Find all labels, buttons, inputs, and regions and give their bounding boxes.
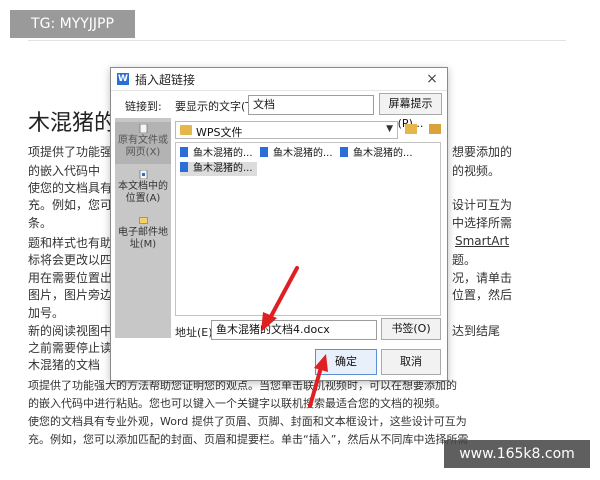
file-icon <box>139 124 147 133</box>
word-doc-icon <box>340 147 348 157</box>
file-name: 鱼木混猪的... <box>273 148 333 159</box>
site-watermark: www.165k8.com <box>444 440 590 468</box>
nav-document-location[interactable]: 本文档中的位置(A) <box>115 170 171 210</box>
up-folder-icon[interactable] <box>405 124 417 134</box>
document-line: 充。例如，您可以添加匹配的封面、页眉和提要栏。单击“插入”，然后从不同库中选择所… <box>28 433 469 446</box>
document-right-text: 题。 <box>452 253 477 267</box>
annotation-arrow-address <box>261 266 299 332</box>
document-line: 的嵌入代码中 <box>28 164 101 178</box>
document-right-text: 的视频。 <box>452 164 501 178</box>
nav-email-address[interactable]: 电子邮件地址(M) <box>115 216 171 256</box>
word-doc-icon <box>180 162 188 172</box>
email-icon <box>138 217 148 224</box>
tg-watermark-badge: TG: MYYJJPP <box>10 10 135 38</box>
file-list: 鱼木混猪的... 鱼木混猪的... 鱼木混猪的... 鱼木混猪的... <box>175 142 441 316</box>
link-to-label: 链接到: <box>125 100 162 113</box>
file-name: 鱼木混猪的... <box>193 148 253 159</box>
annotation-arrow-ok <box>308 354 328 408</box>
file-item[interactable]: 鱼木混猪的... <box>260 147 333 161</box>
close-icon[interactable]: × <box>423 70 441 88</box>
screen-tip-button[interactable]: 屏幕提示(P)... <box>379 93 442 130</box>
file-item[interactable]: 鱼木混猪的... <box>180 147 253 161</box>
document-line: 条。 <box>28 216 53 230</box>
nav-existing-file-label: 原有文件或网页(X) <box>118 135 168 158</box>
document-right-text: 位置，然后 <box>452 288 513 302</box>
file-item-selected[interactable]: 鱼木混猪的... <box>180 162 257 176</box>
document-heading: 木混猪的文档 <box>28 358 101 372</box>
display-text-input[interactable]: 文档 <box>248 95 374 115</box>
wps-app-icon: W <box>117 73 129 85</box>
document-ruler-line <box>28 40 566 41</box>
chevron-down-icon: ▼ <box>386 124 393 134</box>
nav-document-location-label: 本文档中的位置(A) <box>118 181 168 204</box>
nav-existing-file[interactable]: 原有文件或网页(X) <box>115 122 171 164</box>
dialog-title: 插入超链接 <box>135 73 196 87</box>
smartart-link[interactable]: SmartArt <box>455 234 509 248</box>
document-line: 之前需要停止读 <box>28 341 113 355</box>
document-right-text: 况，请单击 <box>452 271 513 285</box>
file-name: 鱼木混猪的... <box>193 163 253 174</box>
document-line: 标将会更改以四 <box>28 253 113 267</box>
document-line: 题和样式也有助 <box>28 236 113 250</box>
browse-folder-icon[interactable] <box>429 124 441 134</box>
document-right-text: 设计可互为 <box>452 198 513 212</box>
document-line: 使您的文档具有 <box>28 181 113 195</box>
document-line: 用在需要位置出 <box>28 271 113 285</box>
document-location-icon <box>139 170 147 179</box>
folder-name: WPS文件 <box>196 126 243 139</box>
dialog-titlebar: W 插入超链接 × <box>111 68 447 91</box>
document-line: 的嵌入代码中进行粘贴。您也可以键入一个关键字以联机搜索最适合您的文档的视频。 <box>28 397 446 410</box>
word-doc-icon <box>260 147 268 157</box>
document-line: 图片，图片旁边 <box>28 288 113 302</box>
document-line: 新的阅读视图中 <box>28 324 113 338</box>
nav-email-address-label: 电子邮件地址(M) <box>118 227 168 250</box>
file-item[interactable]: 鱼木混猪的... <box>340 147 413 161</box>
document-right-text: 想要添加的 <box>452 145 513 159</box>
document-line: 项提供了功能强 <box>28 145 113 159</box>
link-to-sidebar: 原有文件或网页(X) 本文档中的位置(A) 电子邮件地址(M) <box>115 118 171 338</box>
document-right-text: 达到结尾 <box>452 324 501 338</box>
document-line: 充。例如，您可 <box>28 198 113 212</box>
document-right-text: 中选择所需 <box>452 216 513 230</box>
document-line: 加号。 <box>28 306 65 320</box>
cancel-button[interactable]: 取消 <box>381 349 441 375</box>
file-name: 鱼木混猪的... <box>353 148 413 159</box>
word-doc-icon <box>180 147 188 157</box>
bookmark-button[interactable]: 书签(O) <box>381 318 441 340</box>
folder-dropdown[interactable]: WPS文件 ▼ <box>175 121 398 139</box>
folder-icon <box>180 125 192 135</box>
document-line: 使您的文档具有专业外观，Word 提供了页眉、页脚、封面和文本框设计，这些设计可… <box>28 415 467 428</box>
